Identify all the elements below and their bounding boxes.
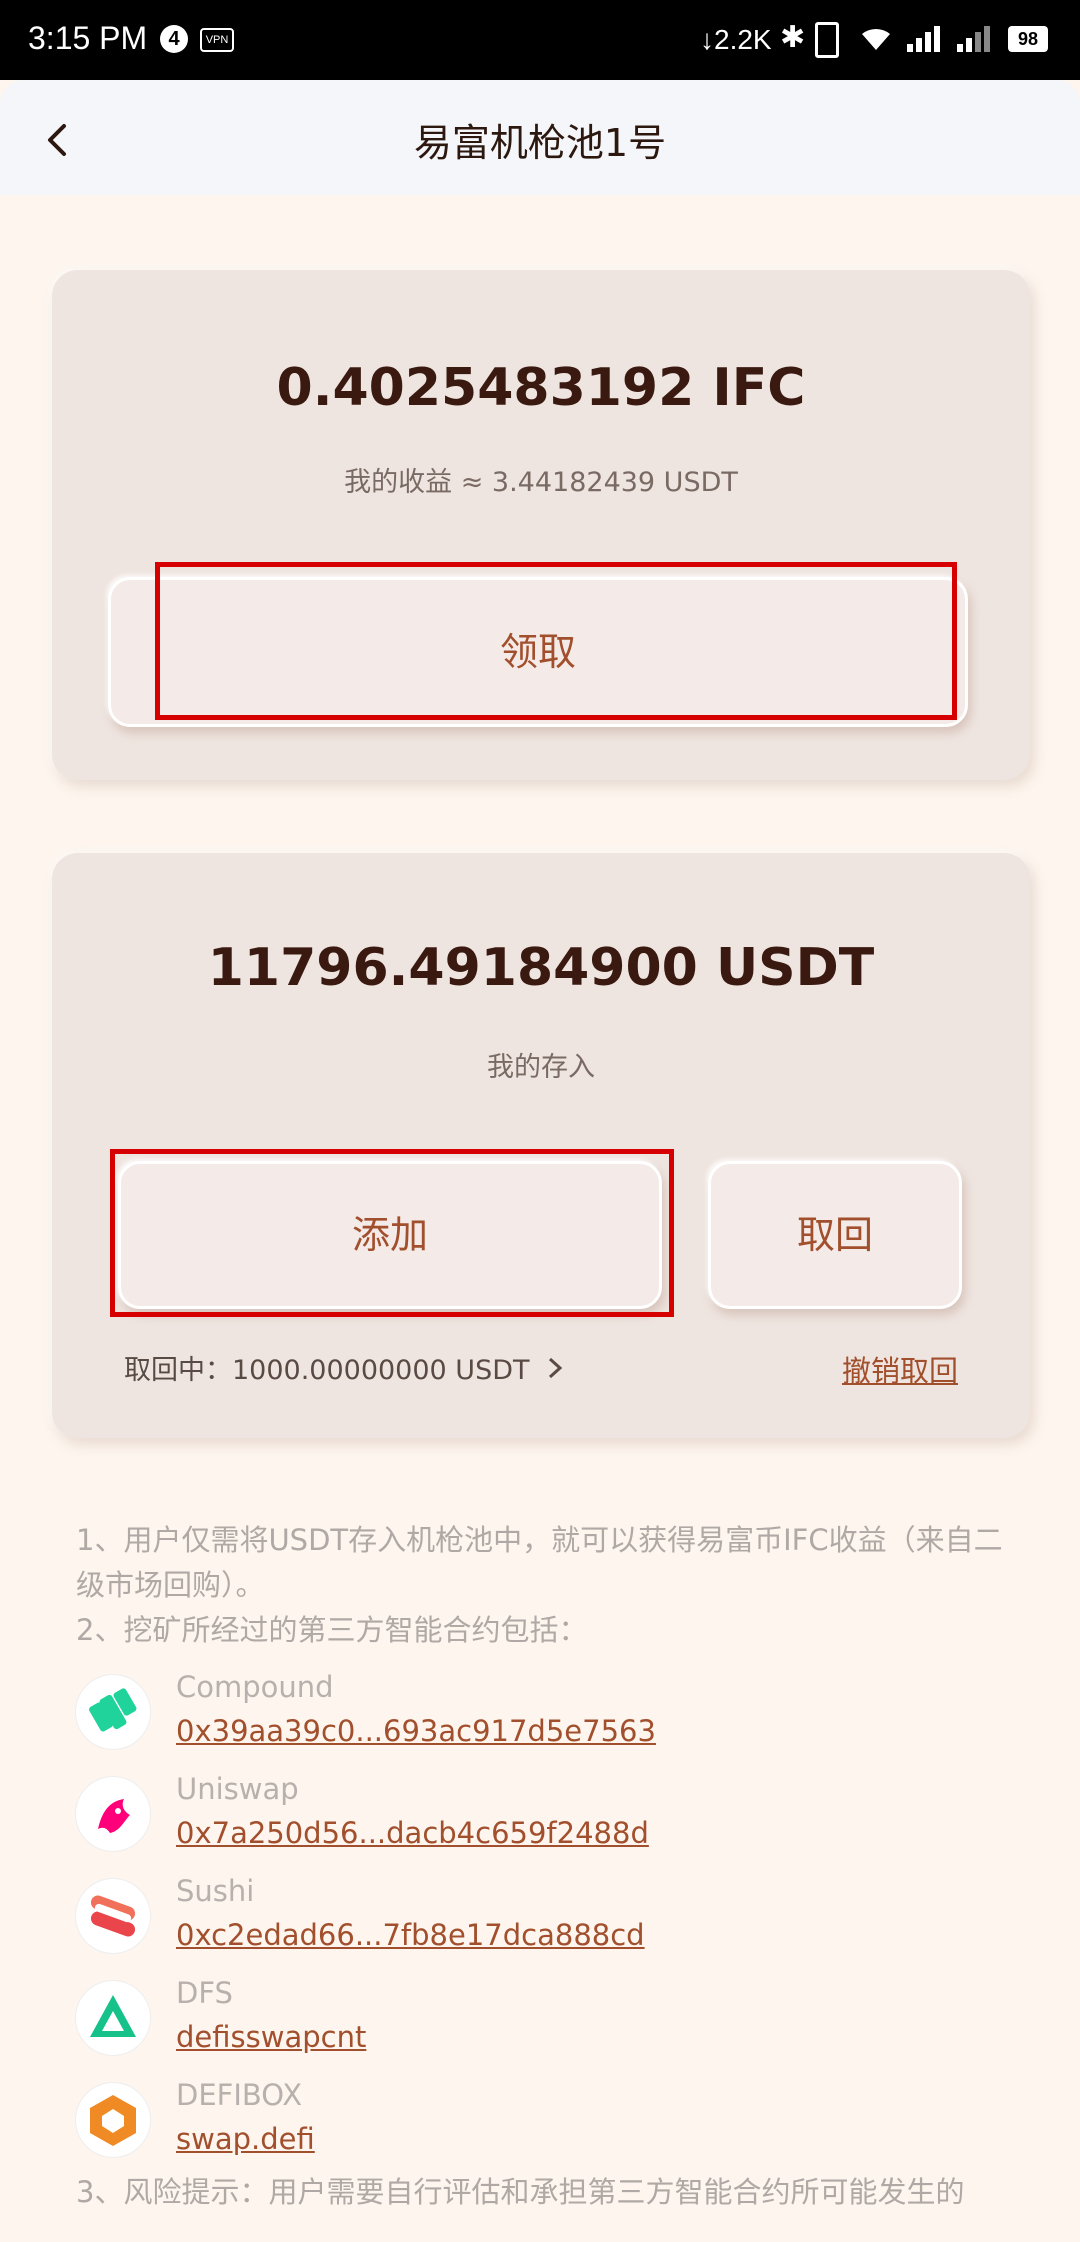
app-header: 易富机枪池1号 (0, 80, 1080, 195)
contract-name: Uniswap (176, 1772, 299, 1806)
signal-icon-2 (957, 26, 990, 52)
notes-section: 1、用户仅需将USDT存入机枪池中，就可以获得易富币IFC收益（来自二级市场回购… (76, 1518, 1016, 1653)
status-bar: 3:15 PM 4 VPN ↓2.2K ✱ 98 (0, 0, 1080, 80)
page-title: 易富机枪池1号 (413, 121, 667, 165)
contract-list: Compound 0x39aa39c0...693ac917d5e7563 Un… (76, 1670, 976, 2180)
risk-notice: 3、风险提示：用户需要自行评估和承担第三方智能合约所可能发生的 (76, 2175, 965, 2209)
contract-item: DFS defisswapcnt (76, 1976, 976, 2078)
wifi-icon (862, 28, 890, 50)
contract-item: Sushi 0xc2edad66...7fb8e17dca888cd (76, 1874, 976, 1976)
contract-name: DEFIBOX (176, 2078, 303, 2112)
uniswap-icon (76, 1777, 150, 1851)
chevron-right-icon (548, 1357, 562, 1378)
compound-icon (76, 1675, 150, 1749)
deposit-label: 我的存入 (487, 1052, 595, 1083)
claim-button[interactable]: 领取 (108, 577, 968, 727)
withdraw-button[interactable]: 取回 (708, 1161, 962, 1309)
earnings-amount: 0.4025483192 IFC (276, 358, 806, 418)
status-time: 3:15 PM (28, 20, 148, 56)
earnings-card: 0.4025483192 IFC 我的收益 ≈ 3.44182439 USDT … (52, 270, 1030, 780)
dfs-icon (76, 1981, 150, 2055)
add-button[interactable]: 添加 (118, 1161, 662, 1309)
contract-address-link[interactable]: 0x7a250d56...dacb4c659f2488d (176, 1816, 649, 1850)
deposit-amount: 11796.49184900 USDT (207, 938, 875, 998)
sushi-icon (76, 1879, 150, 1953)
battery-icon: 98 (1008, 26, 1048, 52)
defibox-icon (76, 2083, 150, 2157)
contract-address-link[interactable]: 0x39aa39c0...693ac917d5e7563 (176, 1714, 656, 1748)
contract-item: DEFIBOX swap.defi (76, 2078, 976, 2180)
earnings-usdt-equivalent: 我的收益 ≈ 3.44182439 USDT (344, 467, 738, 498)
vpn-icon: VPN (200, 28, 234, 52)
note-line-2: 2、挖矿所经过的第三方智能合约包括： (76, 1613, 588, 1647)
contract-name: Sushi (176, 1874, 255, 1908)
contract-address-link[interactable]: swap.defi (176, 2122, 315, 2156)
network-speed: ↓2.2K (700, 24, 772, 55)
bluetooth-icon: ✱ (780, 21, 806, 54)
withdrawing-amount: 取回中：1000.00000000 USDT (124, 1355, 530, 1386)
contract-item: Compound 0x39aa39c0...693ac917d5e7563 (76, 1670, 976, 1772)
contract-address-link[interactable]: defisswapcnt (176, 2020, 366, 2054)
note-line-1: 1、用户仅需将USDT存入机枪池中，就可以获得易富币IFC收益（来自二级市场回购… (76, 1523, 1003, 1602)
notification-count-badge: 4 (160, 25, 188, 53)
cancel-withdraw-link[interactable]: 撤销取回 (842, 1348, 958, 1390)
contract-item: Uniswap 0x7a250d56...dacb4c659f2488d (76, 1772, 976, 1874)
withdrawing-row[interactable]: 取回中：1000.00000000 USDT (124, 1348, 566, 1387)
contract-address-link[interactable]: 0xc2edad66...7fb8e17dca888cd (176, 1918, 645, 1952)
vibrate-icon (815, 22, 839, 58)
signal-icon (907, 26, 940, 52)
deposit-card: 11796.49184900 USDT 我的存入 添加 取回 取回中：1000.… (52, 853, 1030, 1438)
contract-name: Compound (176, 1670, 334, 1704)
contract-name: DFS (176, 1976, 233, 2010)
